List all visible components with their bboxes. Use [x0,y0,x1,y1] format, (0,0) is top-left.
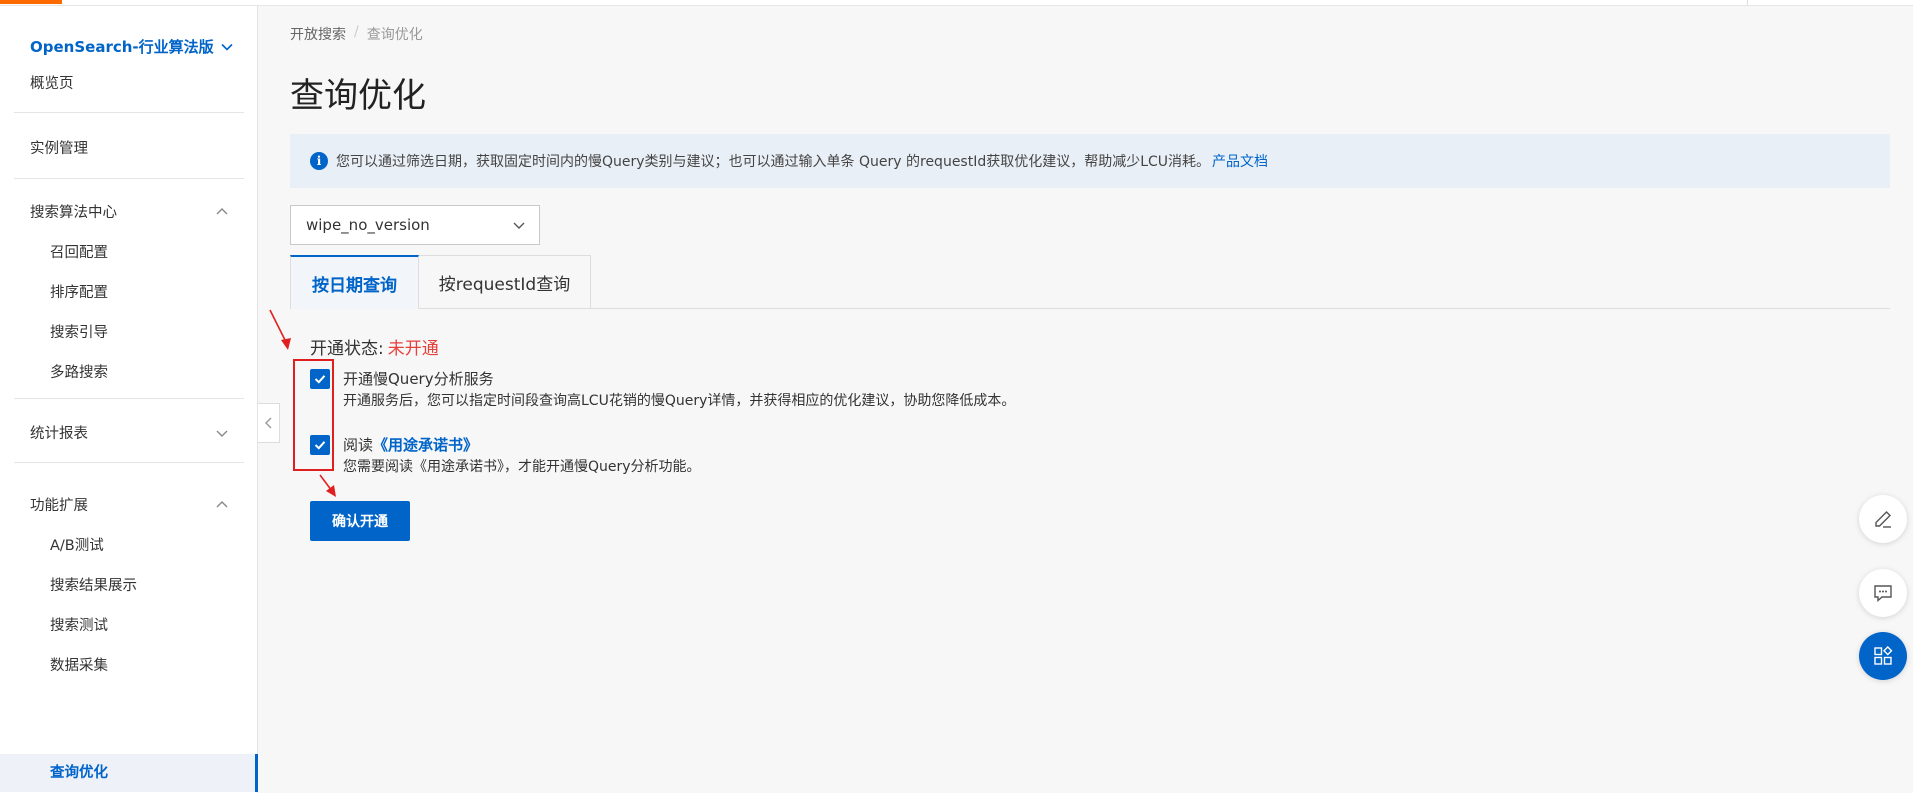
divider [14,112,244,113]
chevron-up-icon [216,207,228,214]
breadcrumb-current: 查询优化 [366,27,423,43]
notice-text: 您可以通过筛选日期，获取固定时间内的慢Query类别与建议；也可以通过输入单条 … [336,154,1211,170]
chat-button[interactable] [1859,569,1907,617]
instance-select[interactable]: wipe_no_version [290,205,540,245]
sidebar-item-overview[interactable]: 概览页 [30,72,74,93]
breadcrumb-separator: / [354,24,359,40]
service-check-title: 开通慢Query分析服务 [343,370,494,388]
group-label: 搜索算法中心 [30,205,117,221]
activation-status: 开通状态: 未开通 [310,334,439,359]
product-switcher[interactable]: OpenSearch-行业算法版 [30,36,234,57]
sidebar-item-data-collection[interactable]: 数据采集 [50,654,108,675]
sidebar-item-guidance[interactable]: 搜索引导 [50,321,108,342]
sidebar-group-extensions[interactable]: 功能扩展 [30,494,230,515]
apps-icon [1874,646,1893,665]
sidebar-group-algo-center[interactable]: 搜索算法中心 [30,201,230,222]
info-notice: i 您可以通过筛选日期，获取固定时间内的慢Query类别与建议；也可以通过输入单… [290,134,1890,188]
agreement-check-title: 阅读《用途承诺书》 [343,434,701,456]
chevron-down-icon [221,43,233,51]
service-check-row: 开通慢Query分析服务 开通服务后，您可以指定时间段查询高LCU花销的慢Que… [310,368,1015,412]
sidebar-item-ranking[interactable]: 排序配置 [50,281,108,302]
divider [14,462,244,463]
query-tabs: 按日期查询 按requestId查询 [290,255,1890,309]
agreement-check-row: 阅读《用途承诺书》 您需要阅读《用途承诺书》，才能开通慢Query分析功能。 [310,434,701,478]
chevron-left-icon [264,417,271,429]
feedback-edit-button[interactable] [1859,495,1907,543]
divider [14,178,244,179]
sidebar-item-multi-search[interactable]: 多路搜索 [50,361,108,382]
info-icon: i [310,152,328,170]
tab-by-date[interactable]: 按日期查询 [290,255,419,309]
chat-icon [1874,585,1892,603]
breadcrumb: 开放搜索 / 查询优化 [290,24,423,44]
confirm-activate-button[interactable]: 确认开通 [310,501,410,541]
agreement-check-text: 阅读《用途承诺书》 您需要阅读《用途承诺书》，才能开通慢Query分析功能。 [343,434,701,478]
product-title: OpenSearch-行业算法版 [30,38,214,56]
select-value: wipe_no_version [306,216,430,234]
service-check-desc: 开通服务后，您可以指定时间段查询高LCU花销的慢Query详情，并获得相应的优化… [343,393,1016,409]
status-label: 开通状态: [310,339,384,359]
top-divider [1747,0,1748,6]
group-label: 功能扩展 [30,498,88,514]
page-title: 查询优化 [290,76,426,116]
product-docs-link[interactable]: 产品文档 [1212,151,1268,171]
breadcrumb-root[interactable]: 开放搜索 [290,24,346,44]
tab-by-request-id[interactable]: 按requestId查询 [419,255,591,309]
sidebar-group-stats[interactable]: 统计报表 [30,422,230,443]
annotation-highlight-box [293,359,334,471]
sidebar-item-instance[interactable]: 实例管理 [30,137,88,158]
sidebar-item-query-optimization[interactable]: 查询优化 [0,754,258,792]
annotation-arrow-icon [269,309,291,350]
group-label: 统计报表 [30,426,88,442]
agreement-check-desc: 您需要阅读《用途承诺书》，才能开通慢Query分析功能。 [343,459,701,475]
edit-icon [1875,511,1891,528]
sidebar: OpenSearch-行业算法版 概览页 实例管理 搜索算法中心 召回配置 排序… [0,6,258,793]
annotation-arrow-icon [319,474,336,497]
chevron-down-icon [216,430,228,437]
sidebar-collapse-button[interactable] [258,403,280,443]
top-bar [0,0,1913,6]
service-check-text: 开通慢Query分析服务 开通服务后，您可以指定时间段查询高LCU花销的慢Que… [343,368,1015,412]
status-value: 未开通 [387,339,439,359]
chevron-up-icon [216,500,228,507]
sidebar-item-search-test[interactable]: 搜索测试 [50,614,108,635]
sidebar-item-recall[interactable]: 召回配置 [50,241,108,262]
apps-button[interactable] [1859,632,1907,680]
divider [14,398,244,399]
brand-accent [0,0,62,4]
agreement-link[interactable]: 《用途承诺书》 [373,436,478,454]
sidebar-item-ab-test[interactable]: A/B测试 [50,534,104,555]
agreement-prefix: 阅读 [343,436,374,454]
chevron-down-icon [513,222,525,229]
sidebar-item-result-display[interactable]: 搜索结果展示 [50,574,137,595]
